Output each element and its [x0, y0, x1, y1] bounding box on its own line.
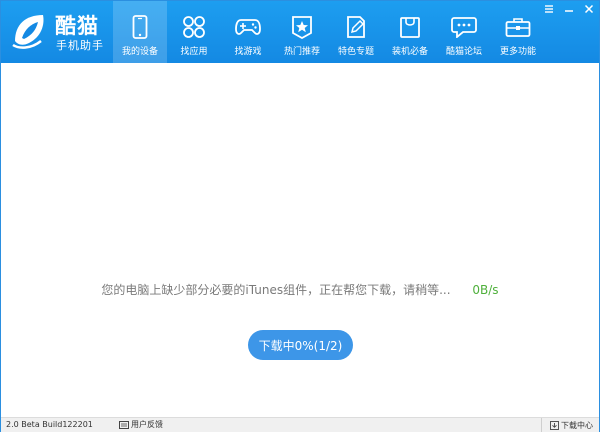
nav-label: 热门推荐	[283, 47, 320, 57]
nav-label: 特色专题	[337, 47, 374, 57]
feedback-icon	[119, 420, 129, 429]
close-icon[interactable]	[583, 3, 595, 15]
nav-item-forum[interactable]: 酷猫论坛	[437, 1, 491, 63]
app-window: 酷猫 手机助手 我的设备 找应用 找游戏 热门推荐 特色专题 装机必备 酷猫论坛…	[0, 0, 600, 432]
chat-bubble-icon	[450, 13, 478, 41]
feedback-label: 用户反馈	[131, 420, 163, 429]
nav-label: 装机必备	[391, 47, 428, 57]
app-subtitle: 手机助手	[56, 39, 104, 52]
status-bar: 2.0 Beta Build122201 用户反馈 下载中心	[1, 417, 599, 432]
shopping-bag-icon	[396, 13, 424, 41]
download-center-label: 下载中心	[561, 420, 593, 430]
nav-item-my-device[interactable]: 我的设备	[113, 1, 167, 63]
feedback-link[interactable]: 用户反馈	[119, 419, 163, 430]
download-speed: 0B/s	[472, 283, 499, 297]
gamepad-icon	[234, 13, 262, 41]
app-logo: 酷猫 手机助手	[11, 9, 111, 53]
main-nav: 我的设备 找应用 找游戏 热门推荐 特色专题 装机必备 酷猫论坛 更多功能	[113, 1, 545, 63]
edit-icon	[342, 13, 370, 41]
nav-item-find-apps[interactable]: 找应用	[167, 1, 221, 63]
cat-logo-icon	[12, 15, 44, 49]
nav-label: 酷猫论坛	[445, 47, 482, 57]
nav-label: 我的设备	[121, 47, 158, 57]
status-message: 您的电脑上缺少部分必要的iTunes组件，正在帮您下载，请稍等...	[101, 283, 451, 297]
window-controls	[535, 3, 595, 15]
nav-label: 更多功能	[499, 47, 536, 57]
top-toolbar: 酷猫 手机助手 我的设备 找应用 找游戏 热门推荐 特色专题 装机必备 酷猫论坛…	[1, 1, 599, 63]
download-center-button[interactable]: 下载中心	[541, 418, 593, 432]
nav-label: 找游戏	[234, 47, 262, 57]
nav-label: 找应用	[180, 47, 208, 57]
star-badge-icon	[288, 13, 316, 41]
nav-item-hot-recommend[interactable]: 热门推荐	[275, 1, 329, 63]
nav-item-find-games[interactable]: 找游戏	[221, 1, 275, 63]
main-content: 您的电脑上缺少部分必要的iTunes组件，正在帮您下载，请稍等... 0B/s …	[1, 63, 599, 417]
download-icon	[550, 420, 559, 430]
toolbox-icon	[504, 13, 532, 41]
apps-grid-icon	[180, 13, 208, 41]
minimize-icon[interactable]	[563, 3, 575, 15]
phone-icon	[126, 13, 154, 41]
version-label: 2.0 Beta Build122201	[6, 420, 93, 429]
app-name: 酷猫	[55, 14, 99, 38]
nav-item-featured-topics[interactable]: 特色专题	[329, 1, 383, 63]
nav-item-essentials[interactable]: 装机必备	[383, 1, 437, 63]
download-progress-button[interactable]: 下载中0%(1/2)	[248, 330, 353, 360]
download-status: 您的电脑上缺少部分必要的iTunes组件，正在帮您下载，请稍等... 0B/s	[1, 281, 599, 298]
menu-icon[interactable]	[543, 3, 555, 15]
